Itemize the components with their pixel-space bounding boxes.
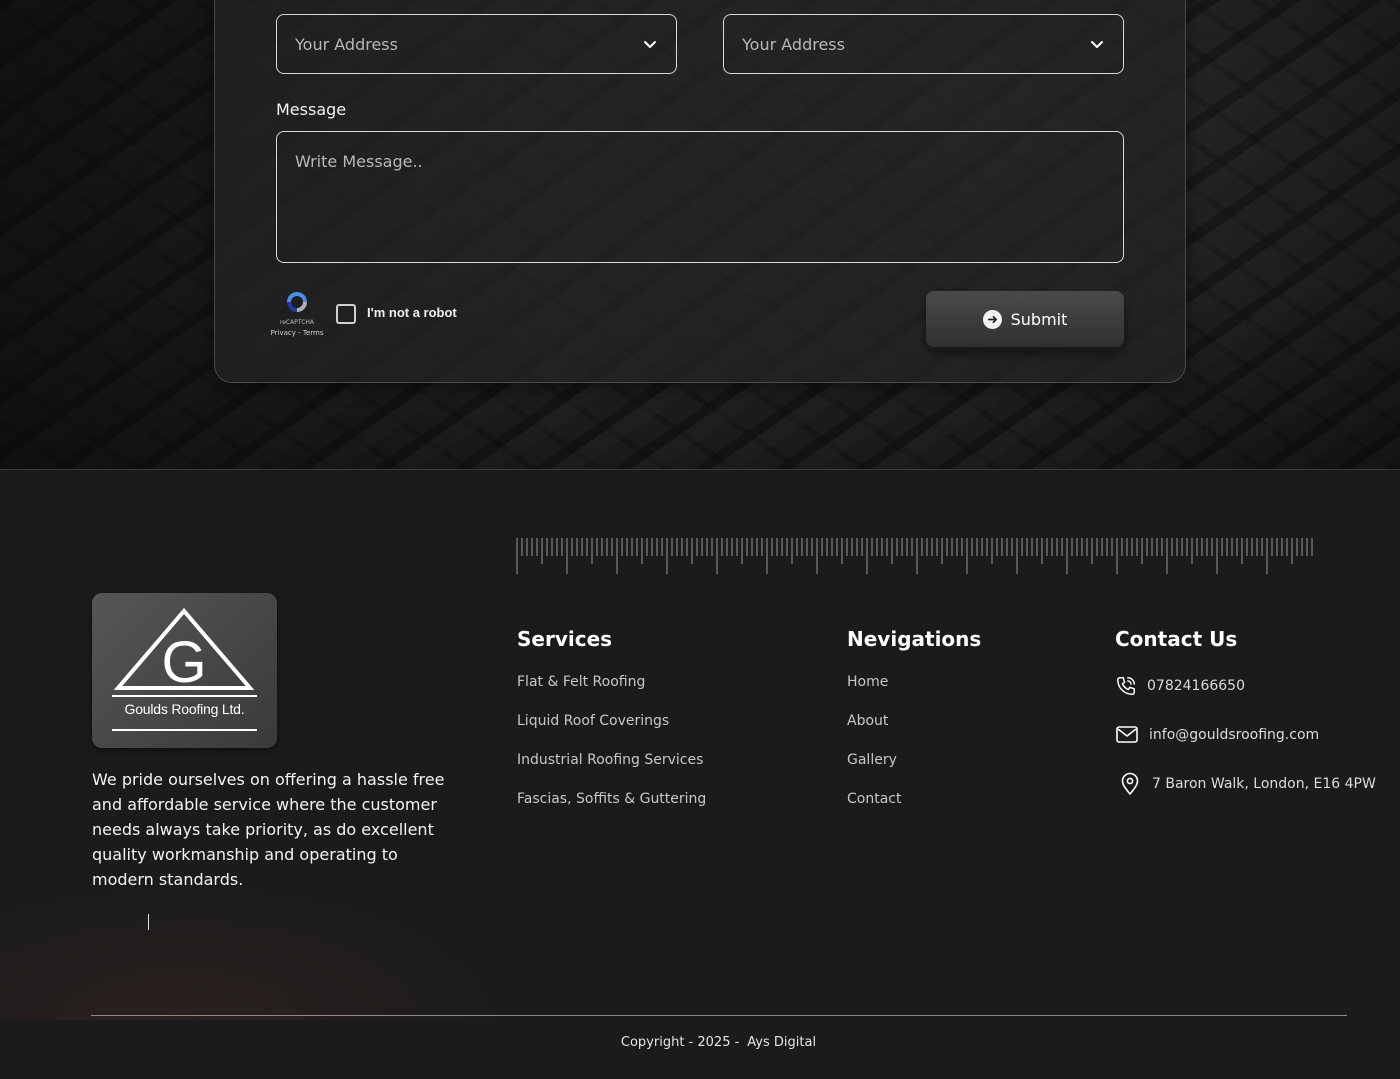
address-select-right[interactable]: Your Address — [723, 14, 1124, 74]
footer-divider — [91, 1015, 1347, 1016]
recaptcha-brand: reCAPTCHA — [279, 319, 315, 326]
agency-link[interactable]: Ays Digital — [747, 1035, 816, 1050]
contact-email-text: info@gouldsroofing.com — [1149, 727, 1320, 743]
copyright: Copyright - 2025 - Ays Digital — [0, 1035, 1400, 1050]
arrow-right-icon — [982, 309, 1002, 329]
contact-email[interactable]: info@gouldsroofing.com — [1115, 724, 1319, 746]
contact-phone[interactable]: 07824166650 — [1115, 675, 1245, 697]
about-text: We pride ourselves on offering a hassle … — [92, 770, 445, 889]
logo-letter: G — [161, 630, 206, 695]
nav-link-contact[interactable]: Contact — [847, 791, 901, 807]
address-select-left[interactable]: Your Address — [276, 14, 677, 74]
phone-icon — [1117, 677, 1135, 695]
nav-link-gallery[interactable]: Gallery — [847, 752, 897, 768]
message-placeholder: Write Message.. — [295, 152, 423, 171]
select-placeholder: Your Address — [742, 34, 845, 54]
footer-background-shape — [0, 880, 520, 1020]
contact-address[interactable]: 7 Baron Walk, London, E16 4PW — [1118, 772, 1376, 796]
contact-phone-text: 07824166650 — [1147, 678, 1245, 694]
service-link-fascias[interactable]: Fascias, Soffits & Guttering — [517, 791, 706, 807]
contact-title: Contact Us — [1115, 627, 1238, 651]
not-robot-checkbox[interactable] — [336, 304, 356, 324]
text-cursor — [148, 914, 149, 930]
nav-link-home[interactable]: Home — [847, 674, 888, 690]
services-title: Services — [517, 627, 613, 651]
location-pin-icon — [1121, 772, 1139, 795]
submit-label: Submit — [1010, 309, 1068, 329]
mail-icon — [1116, 726, 1138, 743]
message-textarea[interactable]: Write Message.. — [276, 131, 1124, 263]
submit-button[interactable]: Submit — [926, 291, 1124, 347]
contact-address-text: 7 Baron Walk, London, E16 4PW — [1152, 776, 1376, 792]
select-placeholder: Your Address — [295, 34, 398, 54]
service-link-flat-felt[interactable]: Flat & Felt Roofing — [517, 674, 645, 690]
logo-triangle-icon: G — [112, 607, 257, 731]
navigations-title: Nevigations — [847, 627, 982, 651]
message-label: Message — [276, 100, 347, 119]
company-logo[interactable]: G Goulds Roofing Ltd. — [92, 593, 277, 748]
chevron-down-icon — [1091, 41, 1103, 48]
logo-name: Goulds Roofing Ltd. — [124, 701, 245, 717]
service-link-liquid[interactable]: Liquid Roof Coverings — [517, 713, 669, 729]
decorative-ruler — [516, 538, 1313, 574]
recaptcha-links[interactable]: Privacy - Terms — [268, 329, 326, 337]
nav-link-about[interactable]: About — [847, 713, 888, 729]
chevron-down-icon — [644, 41, 656, 48]
recaptcha-icon — [287, 292, 307, 312]
not-robot-label: I'm not a robot — [367, 305, 457, 320]
copyright-text: Copyright - 2025 - — [620, 1035, 740, 1050]
service-link-industrial[interactable]: Industrial Roofing Services — [517, 752, 703, 768]
section-divider — [0, 469, 1400, 470]
recaptcha-badge[interactable]: reCAPTCHA Privacy - Terms — [268, 290, 326, 337]
